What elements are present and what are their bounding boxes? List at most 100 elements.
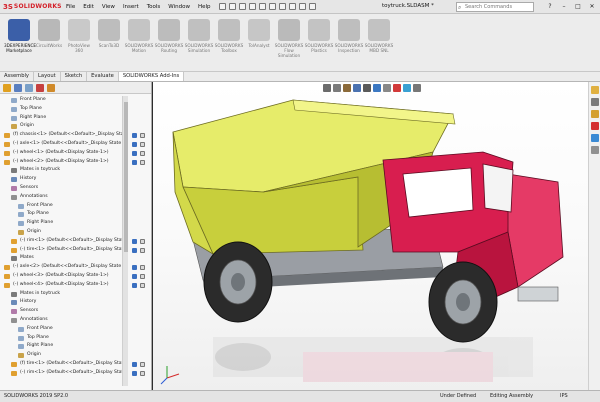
solidworks-logo[interactable]: 3S SOLIDWORKS bbox=[0, 3, 62, 11]
tree-item[interactable]: Annotations bbox=[0, 316, 122, 325]
tree-item[interactable]: (f) chassis<1> (Default<<Default>_Displa… bbox=[0, 131, 122, 140]
ribbon-button-solidworks-inspection[interactable]: SOLIDWORKS Inspection bbox=[334, 17, 364, 65]
display-state-icon[interactable] bbox=[132, 142, 137, 147]
graphics-area[interactable] bbox=[153, 82, 600, 390]
tree-item[interactable]: Front Plane bbox=[0, 202, 122, 211]
tree-item[interactable]: (f) tire<1> (Default<<Default>_Display S… bbox=[0, 360, 122, 369]
appearance-swatch-icon[interactable] bbox=[140, 159, 145, 165]
new-icon[interactable] bbox=[228, 3, 236, 10]
tree-item[interactable]: Front Plane bbox=[0, 325, 122, 334]
menu-item-insert[interactable]: Insert bbox=[119, 4, 143, 10]
tree-item[interactable]: (-) rim<1> (Default<<Default>_Display St… bbox=[0, 369, 122, 378]
display-state-icon[interactable] bbox=[132, 362, 137, 367]
tree-item[interactable]: Origin bbox=[0, 228, 122, 237]
display-state-icon[interactable] bbox=[132, 247, 137, 253]
menu-item-window[interactable]: Window bbox=[164, 4, 194, 10]
menu-item-help[interactable]: Help bbox=[194, 4, 215, 10]
custom-properties-icon[interactable] bbox=[591, 146, 599, 154]
ribbon-button-solidworks-mbd-snl[interactable]: SOLIDWORKS MBD SNL bbox=[364, 17, 394, 65]
options-icon[interactable] bbox=[308, 3, 316, 10]
display-state-icon[interactable] bbox=[132, 265, 137, 271]
home-icon[interactable] bbox=[218, 3, 226, 10]
menu-item-edit[interactable]: Edit bbox=[79, 4, 98, 10]
dimxpert-icon[interactable] bbox=[36, 83, 44, 92]
view-palette-icon[interactable] bbox=[591, 122, 599, 130]
file-explorer-icon[interactable] bbox=[591, 110, 599, 118]
ribbon-button-circuitworks[interactable]: CircuitWorks bbox=[34, 17, 64, 65]
menu-item-tools[interactable]: Tools bbox=[143, 4, 165, 10]
menu-item-file[interactable]: File bbox=[62, 4, 79, 10]
select-icon[interactable] bbox=[278, 3, 286, 10]
tree-item[interactable]: Mates in toytruck bbox=[0, 166, 122, 175]
tree-item[interactable]: History bbox=[0, 175, 122, 184]
display-state-icon[interactable] bbox=[132, 274, 137, 279]
tree-item[interactable]: (-) wheel<1> (Default<Display State-1>) bbox=[0, 149, 122, 158]
property-manager-icon[interactable] bbox=[14, 83, 22, 92]
tree-item[interactable]: Mates in toytruck bbox=[0, 290, 122, 299]
front-wheel[interactable] bbox=[428, 261, 498, 343]
tab-evaluate[interactable]: Evaluate bbox=[87, 72, 119, 81]
display-state-icon[interactable] bbox=[132, 370, 137, 376]
rebuild-icon[interactable] bbox=[288, 3, 296, 10]
tree-item[interactable]: (-) wheel<4> (Default<Display State-1>) bbox=[0, 281, 122, 290]
maximize-icon[interactable]: □ bbox=[572, 1, 584, 12]
tree-item[interactable]: History bbox=[0, 298, 122, 307]
open-icon[interactable] bbox=[238, 3, 246, 10]
ribbon-button-solidworks-plastics[interactable]: SOLIDWORKS Plastics bbox=[304, 17, 334, 65]
feature-manager-icon[interactable] bbox=[3, 83, 11, 92]
tree-item[interactable]: Front Plane bbox=[0, 96, 122, 105]
display-state-icon[interactable] bbox=[132, 282, 137, 288]
tree-item[interactable]: Top Plane bbox=[0, 210, 122, 219]
close-icon[interactable]: ✕ bbox=[586, 1, 598, 12]
tree-item[interactable]: Right Plane bbox=[0, 342, 122, 351]
tree-item[interactable]: (-) wheel<3> (Default<Display State-1>) bbox=[0, 272, 122, 281]
appearance-swatch-icon[interactable] bbox=[140, 282, 145, 288]
appearance-swatch-icon[interactable] bbox=[140, 370, 145, 376]
tree-item[interactable]: (-) rim<1> (Default<<Default>_Display St… bbox=[0, 237, 122, 246]
display-state-icon[interactable] bbox=[132, 238, 137, 244]
design-library-icon[interactable] bbox=[591, 98, 599, 106]
appearance-swatch-icon[interactable] bbox=[140, 362, 145, 367]
appearance-swatch-icon[interactable] bbox=[140, 150, 145, 156]
tab-layout[interactable]: Layout bbox=[34, 72, 61, 81]
display-state-icon[interactable] bbox=[132, 133, 137, 139]
menu-item-view[interactable]: View bbox=[98, 4, 119, 10]
display-manager-icon[interactable] bbox=[47, 83, 55, 92]
appearance-swatch-icon[interactable] bbox=[140, 274, 145, 279]
ribbon-button-tolanalyst[interactable]: TolAnalyst bbox=[244, 17, 274, 65]
ribbon-button-scanto3d[interactable]: ScanTo3D bbox=[94, 17, 124, 65]
status-units[interactable]: IPS bbox=[560, 393, 568, 399]
tab-assembly[interactable]: Assembly bbox=[0, 72, 35, 81]
tab-sketch[interactable]: Sketch bbox=[61, 72, 88, 81]
truck-model[interactable] bbox=[153, 82, 588, 390]
ribbon-button-solidworks-flow-simulation[interactable]: SOLIDWORKS Flow Simulation bbox=[274, 17, 304, 65]
tree-item[interactable]: (-) tire<1> (Default<<Default>_Display S… bbox=[0, 246, 122, 255]
tree-item[interactable]: Right Plane bbox=[0, 219, 122, 228]
tree-item[interactable]: Sensors bbox=[0, 184, 122, 193]
appearance-swatch-icon[interactable] bbox=[140, 238, 145, 244]
tree-item[interactable]: Origin bbox=[0, 122, 122, 131]
display-state-icon[interactable] bbox=[132, 159, 137, 165]
resources-icon[interactable] bbox=[591, 86, 599, 94]
tree-item[interactable]: Mates bbox=[0, 254, 122, 263]
appearance-swatch-icon[interactable] bbox=[140, 247, 145, 253]
ribbon-button-solidworks-simulation[interactable]: SOLIDWORKS Simulation bbox=[184, 17, 214, 65]
tree-item[interactable]: Top Plane bbox=[0, 105, 122, 114]
ribbon-button-3dexperience-marketplace[interactable]: 3DEXPERIENCE Marketplace bbox=[4, 17, 36, 65]
tree-item[interactable]: Origin bbox=[0, 351, 122, 360]
ribbon-button-photoview-360[interactable]: PhotoView 360 bbox=[64, 17, 94, 65]
help-icon[interactable]: ? bbox=[544, 1, 556, 12]
tree-item[interactable]: Annotations bbox=[0, 193, 122, 202]
tree-item[interactable]: Top Plane bbox=[0, 334, 122, 343]
minimize-icon[interactable]: – bbox=[558, 1, 570, 12]
save-icon[interactable] bbox=[248, 3, 256, 10]
appearance-swatch-icon[interactable] bbox=[140, 265, 145, 271]
appearance-swatch-icon[interactable] bbox=[140, 142, 145, 147]
tree-item[interactable]: Right Plane bbox=[0, 114, 122, 123]
search-input[interactable]: ⌕ Search Commands bbox=[456, 2, 534, 12]
tree-item[interactable]: (-) axle<1> (Default<<Default>_Display S… bbox=[0, 140, 122, 149]
file-properties-icon[interactable] bbox=[298, 3, 306, 10]
tree-item[interactable]: (-) axle<2> (Default<<Default>_Display S… bbox=[0, 263, 122, 272]
print-icon[interactable] bbox=[258, 3, 266, 10]
tree-item[interactable]: (-) wheel<2> (Default<Display State-1>) bbox=[0, 158, 122, 167]
